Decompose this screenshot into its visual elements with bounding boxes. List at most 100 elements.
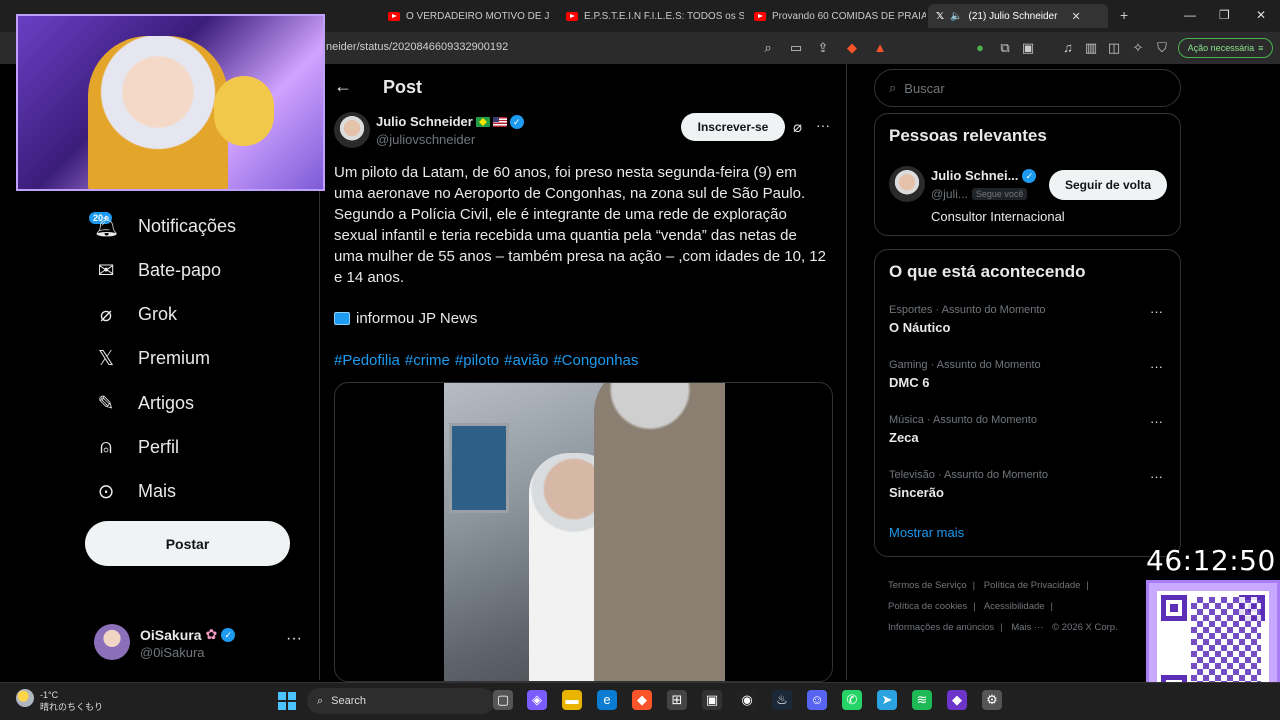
leo-ai-icon[interactable]: ✧ (1130, 40, 1146, 56)
footer-link[interactable]: Termos de Serviço (888, 580, 967, 591)
nav-item-premium[interactable]: 𝕏 Premium (94, 343, 210, 373)
footer-link[interactable]: Política de cookies (888, 601, 967, 612)
restore-icon[interactable]: ❐ (1219, 8, 1230, 22)
account-handle: @0iSakura (140, 645, 205, 660)
nav-label: Premium (138, 347, 211, 368)
hashtag-link[interactable]: #Pedofilia (334, 352, 400, 369)
brave-rewards-icon[interactable]: ▲ (872, 40, 888, 56)
minimize-icon[interactable]: — (1184, 8, 1196, 22)
task-view-icon[interactable]: ▢ (493, 690, 513, 710)
grok-icon[interactable]: ⌀ (793, 118, 802, 136)
copilot-icon[interactable]: ◈ (527, 690, 547, 710)
spotify-icon[interactable]: ≋ (912, 690, 932, 710)
relevant-handle: @juli... Segue você (931, 187, 1028, 201)
action-required-button[interactable]: Ação necessária ≡ (1178, 38, 1273, 58)
author-avatar[interactable] (334, 112, 370, 148)
footer-link[interactable]: Política de Privacidade (984, 580, 1081, 591)
cockpit-screen-image (449, 423, 509, 513)
avatar[interactable] (889, 166, 925, 202)
hashtag-link[interactable]: #piloto (455, 352, 499, 369)
file-explorer-icon[interactable]: ▬ (562, 690, 582, 710)
more-options-icon[interactable]: ··· (1150, 469, 1163, 484)
hashtag-link[interactable]: #crime (405, 352, 450, 369)
obs-icon[interactable]: ◉ (737, 690, 757, 710)
zoom-icon[interactable]: ⌕ (760, 40, 776, 56)
new-tab-icon[interactable]: + (1120, 7, 1128, 23)
vpn-status-icon[interactable]: ● (972, 40, 988, 56)
browser-tab[interactable]: Provando 60 COMIDAS DE PRAIA (746, 4, 926, 28)
browser-tab[interactable]: O VERDADEIRO MOTIVO DE JET LI (380, 4, 550, 28)
close-window-icon[interactable]: ✕ (1256, 8, 1266, 22)
footer-link[interactable]: Informações de anúncios (888, 622, 994, 633)
sidebar-toggle-icon[interactable]: ▥ (1083, 40, 1099, 56)
nav-item-notifications[interactable]: 🔔︎ Notificações (94, 211, 236, 241)
trend-item[interactable]: Música · Assunto do Momento Zeca ··· (889, 414, 1169, 445)
share-icon[interactable]: ⇪ (815, 40, 831, 56)
follow-back-button[interactable]: Seguir de volta (1049, 170, 1167, 200)
telegram-icon[interactable]: ➤ (877, 690, 897, 710)
nav-item-chat[interactable]: ✉ Bate-papo (94, 255, 221, 285)
extensions-icon[interactable]: ⧉ (997, 40, 1013, 56)
hashtag-link[interactable]: #Congonhas (553, 352, 638, 369)
trend-item[interactable]: Televisão · Assunto do Momento Sincerão … (889, 469, 1169, 500)
browser-tab-active[interactable]: 𝕏 🔈 (21) Julio Schneider ✕ (928, 4, 1108, 28)
post-button[interactable]: Postar (85, 521, 290, 566)
more-options-icon[interactable]: ··· (1150, 359, 1163, 374)
account-name[interactable]: OiSakura ✿ ✓ (140, 626, 236, 643)
footer-link[interactable]: Acessibilidade (984, 601, 1045, 612)
nav-item-articles[interactable]: ✎ Artigos (94, 388, 194, 418)
account-menu-icon[interactable]: ··· (286, 630, 302, 648)
media-icon[interactable]: ♫ (1060, 40, 1076, 56)
author-handle[interactable]: @juliovschneider (376, 132, 475, 147)
edge-icon[interactable]: e (597, 690, 617, 710)
tab-label: E.P.S.T.E.I.N F.I.L.E.S: TODOS os SEG (584, 10, 744, 22)
windows-start-icon[interactable] (278, 692, 296, 710)
cast-icon[interactable]: ▭ (788, 40, 804, 56)
trend-name: Sincerão (889, 485, 944, 500)
trend-category: Música · Assunto do Momento (889, 414, 1037, 426)
streamer-image (88, 36, 228, 189)
app-icon[interactable]: ◆ (947, 690, 967, 710)
weather-widget[interactable]: -1°C 晴れのちくもり (40, 689, 103, 713)
taskbar-search[interactable]: ⌕ Search (307, 688, 495, 714)
footer-more-link[interactable]: Mais ··· (1011, 622, 1043, 633)
nav-item-grok[interactable]: ⌀ Grok (94, 299, 177, 329)
vpn-icon[interactable]: ⛉ (1154, 40, 1170, 56)
settings-icon[interactable]: ⚙ (982, 690, 1002, 710)
weather-icon[interactable] (16, 689, 34, 707)
x-logo-icon: 𝕏 (97, 347, 115, 370)
back-arrow-icon[interactable]: ← (334, 76, 352, 97)
url-field[interactable]: neider/status/2020846609332900192 (326, 41, 508, 53)
whatsapp-icon[interactable]: ✆ (842, 690, 862, 710)
avatar[interactable] (94, 624, 130, 660)
author-name[interactable]: Julio Schneider ✓ (376, 114, 524, 129)
more-options-icon[interactable]: ··· (1150, 414, 1163, 429)
brave-shield-icon[interactable]: ◆ (844, 40, 860, 56)
footer-separator: | (972, 580, 976, 591)
relevant-name[interactable]: Julio Schnei... ✓ (931, 168, 1037, 183)
search-input[interactable]: ⌕ Buscar (874, 69, 1181, 107)
footer-links: Termos de Serviço | Política de Privacida… (888, 575, 1148, 638)
store-icon[interactable]: ⊞ (667, 690, 687, 710)
hashtag-link[interactable]: #avião (504, 352, 548, 369)
trend-item[interactable]: Gaming · Assunto do Momento DMC 6 ··· (889, 359, 1169, 390)
wallet2-icon[interactable]: ◫ (1106, 40, 1122, 56)
steam-icon[interactable]: ♨ (772, 690, 792, 710)
subscribe-button[interactable]: Inscrever-se (681, 113, 785, 141)
wallet-icon[interactable]: ▣ (1020, 40, 1036, 56)
discord-icon[interactable]: ☺ (807, 690, 827, 710)
terminal-icon[interactable]: ▣ (702, 690, 722, 710)
trend-item[interactable]: Esportes · Assunto do Momento O Náutico … (889, 304, 1169, 335)
brave-icon[interactable]: ◆ (632, 690, 652, 710)
post-media[interactable]: JP (334, 382, 833, 682)
video-player[interactable]: JP (444, 383, 725, 681)
more-options-icon[interactable]: ··· (816, 117, 830, 133)
flower-icon: ✿ (205, 626, 218, 642)
browser-tab[interactable]: E.P.S.T.E.I.N F.I.L.E.S: TODOS os SEG (558, 4, 744, 28)
nav-item-profile[interactable]: ⍝ Perfil (94, 432, 179, 462)
close-tab-icon[interactable]: ✕ (1071, 10, 1080, 23)
search-icon: ⌕ (889, 80, 897, 95)
show-more-link[interactable]: Mostrar mais (889, 525, 964, 540)
nav-item-more[interactable]: ⊙ Mais (94, 476, 176, 506)
more-options-icon[interactable]: ··· (1150, 304, 1163, 319)
